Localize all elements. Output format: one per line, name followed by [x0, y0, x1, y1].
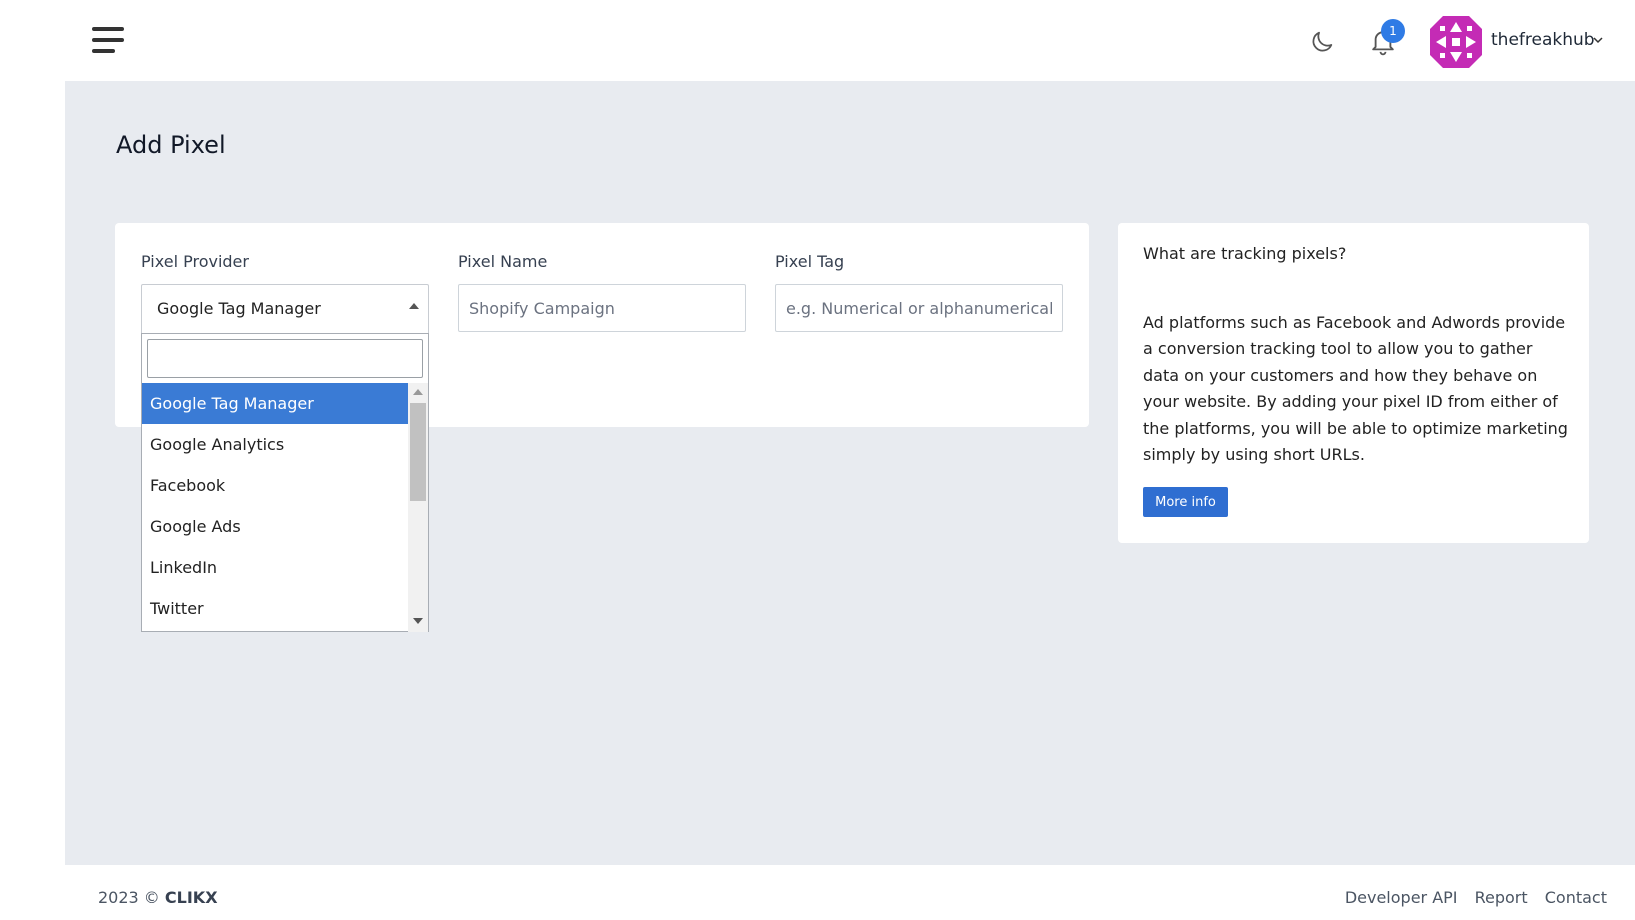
pixel-name-input[interactable]: [458, 284, 746, 332]
footer-links: Developer API Report Contact: [1333, 888, 1607, 907]
footer-copyright: 2023 © CLIKX: [98, 888, 218, 907]
dropdown-option[interactable]: Google Ads: [142, 506, 408, 547]
pixel-name-label: Pixel Name: [458, 252, 548, 271]
dropdown-option[interactable]: Google Tag Manager: [142, 383, 408, 424]
notification-count-badge: 1: [1381, 19, 1405, 43]
pixel-provider-select[interactable]: Google Tag Manager: [141, 284, 429, 334]
top-navbar: 1 thefreakhub: [0, 0, 1635, 81]
pixel-provider-label: Pixel Provider: [141, 252, 249, 271]
scrollbar-thumb[interactable]: [410, 403, 426, 501]
dropdown-option[interactable]: LinkedIn: [142, 547, 408, 588]
user-avatar[interactable]: [1430, 16, 1482, 68]
brand-name[interactable]: CLIKX: [165, 888, 218, 907]
info-card-title: What are tracking pixels?: [1143, 244, 1347, 263]
caret-up-icon: [409, 303, 419, 309]
dropdown-options-list: Google Tag Manager Google Analytics Face…: [142, 383, 408, 629]
scroll-up-arrow-icon[interactable]: [413, 389, 423, 395]
dropdown-option[interactable]: Twitter: [142, 588, 408, 629]
page-title: Add Pixel: [116, 131, 226, 159]
chevron-down-icon[interactable]: [1592, 34, 1604, 46]
copyright-year: 2023 ©: [98, 888, 160, 907]
pixel-provider-dropdown: Google Tag Manager Google Analytics Face…: [141, 333, 429, 632]
dropdown-scrollbar[interactable]: [408, 383, 428, 632]
dropdown-option[interactable]: Facebook: [142, 465, 408, 506]
pixel-provider-selected-value: Google Tag Manager: [157, 299, 321, 318]
info-card-description: Ad platforms such as Facebook and Adword…: [1143, 313, 1568, 465]
scroll-down-arrow-icon[interactable]: [413, 618, 423, 624]
more-info-button[interactable]: More info: [1143, 487, 1228, 517]
footer-link-report[interactable]: Report: [1475, 888, 1528, 907]
dropdown-search-input[interactable]: [147, 339, 423, 378]
dropdown-option[interactable]: Google Analytics: [142, 424, 408, 465]
footer-link-developer-api[interactable]: Developer API: [1345, 888, 1458, 907]
hamburger-menu-icon[interactable]: [92, 27, 124, 53]
username-label[interactable]: thefreakhub: [1491, 30, 1595, 50]
pixel-tag-label: Pixel Tag: [775, 252, 845, 271]
footer-link-contact[interactable]: Contact: [1545, 888, 1607, 907]
moon-icon[interactable]: [1308, 28, 1336, 56]
pixel-tag-input[interactable]: [775, 284, 1063, 332]
